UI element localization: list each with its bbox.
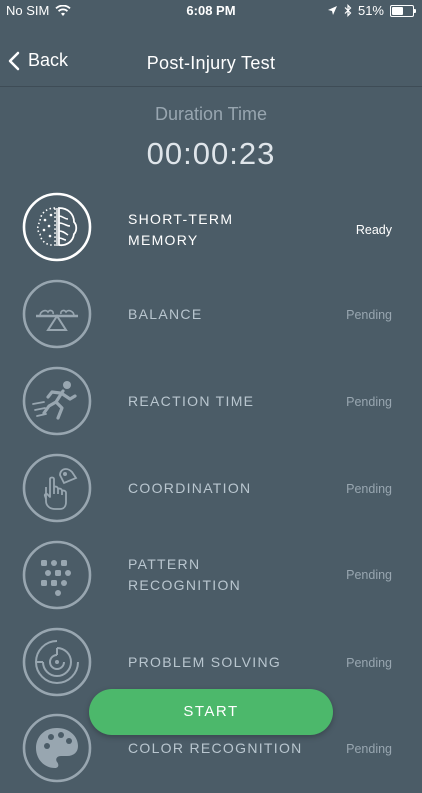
test-status: Pending — [346, 742, 392, 756]
duration-label: Duration Time — [154, 104, 268, 124]
page-title: Post-Injury Test — [146, 53, 276, 73]
test-item-balance[interactable]: BALANCE Pending — [0, 279, 422, 359]
status-bar: No SIM 6:08 PM 51% — [0, 0, 422, 22]
battery-icon — [390, 4, 416, 17]
test-status: Pending — [346, 395, 392, 409]
start-button[interactable]: START — [89, 689, 333, 735]
status-right: 51% — [327, 3, 416, 18]
bluetooth-icon — [344, 4, 352, 17]
test-label: COLOR RECOGNITION — [128, 740, 303, 756]
test-item-coordination[interactable]: COORDINATION Pending — [0, 453, 422, 533]
hand-tap-icon — [22, 453, 92, 523]
battery-percent: 51% — [357, 3, 384, 18]
test-label: PROBLEM SOLVING — [128, 654, 282, 670]
test-status: Pending — [346, 308, 392, 322]
test-status: Pending — [346, 482, 392, 496]
test-status: Pending — [346, 656, 392, 670]
grid-pattern-icon — [22, 540, 92, 610]
location-icon — [327, 6, 337, 15]
brain-icon — [22, 192, 92, 262]
balance-board-icon — [22, 279, 92, 349]
test-label: REACTION TIME — [128, 393, 255, 409]
test-item-pattern-recognition[interactable]: PATTERN RECOGNITION Pending — [0, 540, 422, 620]
test-label: COORDINATION — [128, 480, 252, 496]
test-item-short-term-memory[interactable]: SHORT-TERM MEMORY Ready — [0, 192, 422, 272]
test-item-reaction-time[interactable]: REACTION TIME Pending — [0, 366, 422, 446]
maze-icon — [22, 627, 92, 697]
test-label: SHORT-TERM MEMORY — [128, 211, 234, 248]
palette-icon — [22, 713, 92, 783]
runner-icon — [22, 366, 92, 436]
test-status: Ready — [355, 223, 392, 237]
test-label: BALANCE — [128, 306, 203, 322]
test-status: Pending — [346, 568, 392, 582]
nav-bar: Back Post-Injury Test — [0, 38, 422, 87]
test-label: PATTERN RECOGNITION — [128, 556, 242, 593]
duration-timer: 00:00:23 — [146, 136, 276, 171]
